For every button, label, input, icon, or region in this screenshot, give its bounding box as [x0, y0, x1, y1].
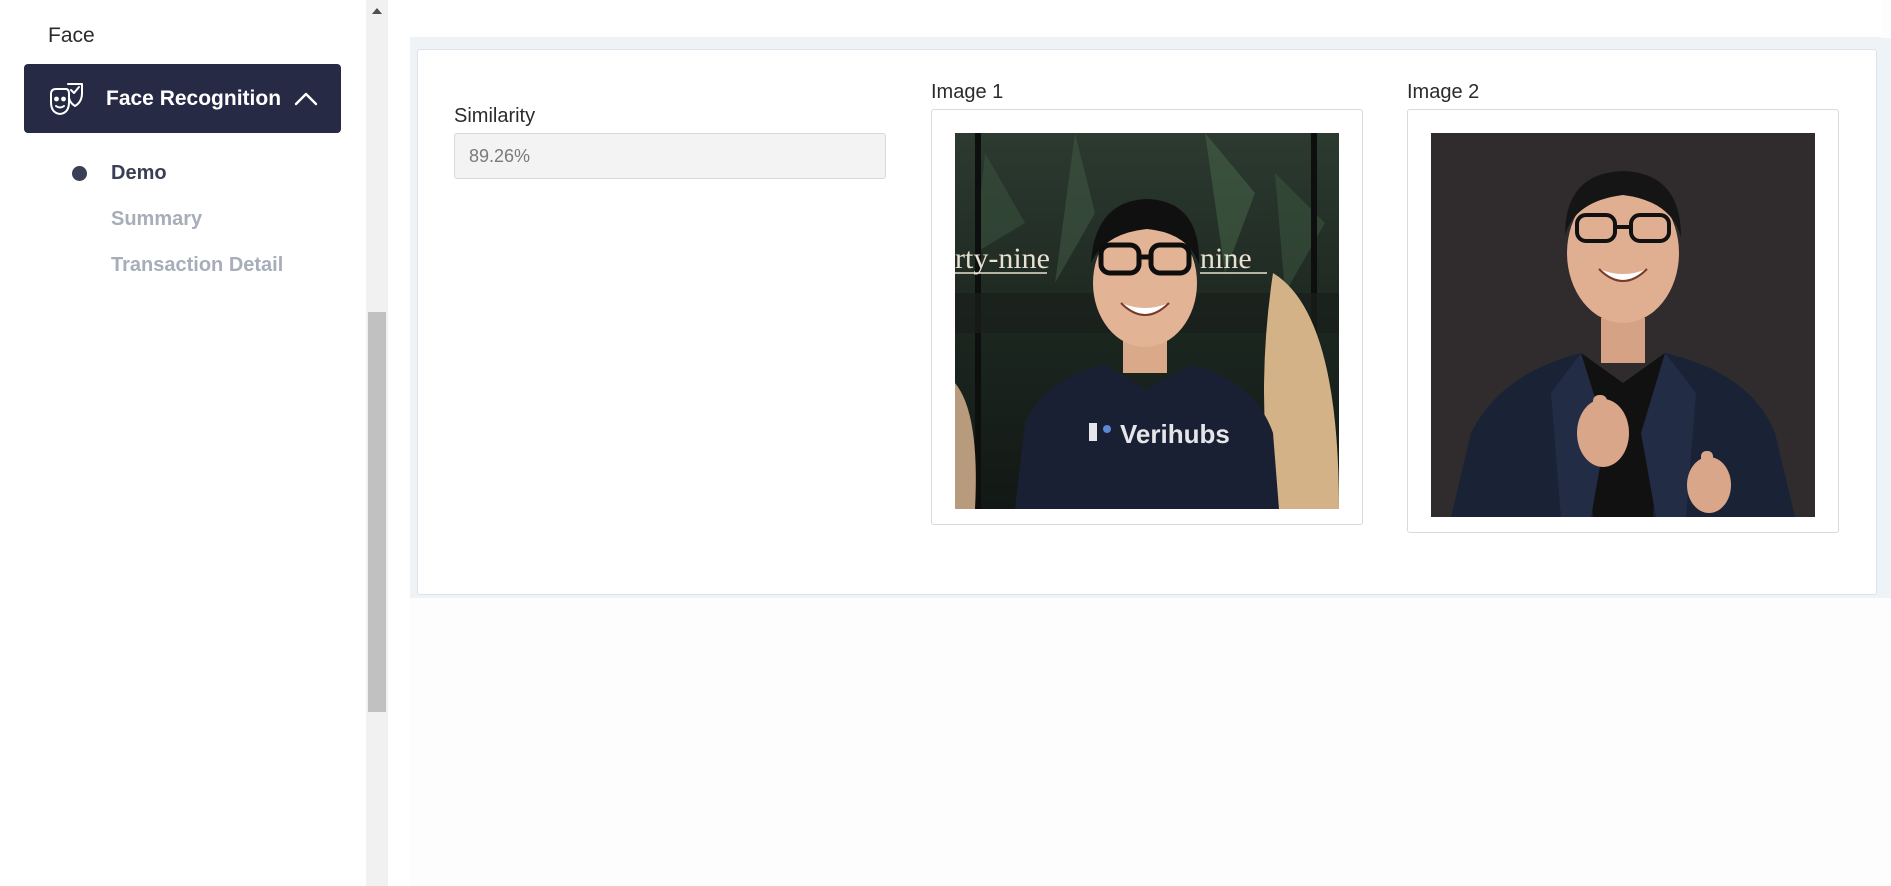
submenu-item-summary[interactable]: Summary [0, 196, 366, 242]
image1-frame: rty-nine nine Verihubs [931, 109, 1363, 525]
result-card: Similarity Image 1 [417, 49, 1877, 595]
image2-label: Image 2 [1407, 81, 1480, 103]
face-mask-shield-icon [48, 80, 86, 118]
main-content: Similarity Image 1 [410, 0, 1891, 886]
background-sign-text: rty-nine [955, 242, 1050, 275]
chevron-up-icon[interactable] [293, 86, 319, 112]
sidebar: Face Face Recognition Demo Summary Trans… [0, 0, 366, 886]
submenu-item-transaction-detail[interactable]: Transaction Detail [0, 242, 366, 288]
background-sign-text: nine [1200, 242, 1252, 275]
similarity-field[interactable] [454, 133, 886, 179]
top-panel [410, 0, 1881, 38]
sidebar-item-face-recognition[interactable]: Face Recognition [24, 64, 341, 133]
sidebar-item-label: Face Recognition [106, 86, 282, 110]
scrollbar-thumb[interactable] [368, 312, 386, 712]
submenu-item-label: Demo [111, 161, 167, 184]
image2-photo [1431, 133, 1815, 517]
image1-label: Image 1 [931, 81, 1004, 103]
active-dot-icon [72, 166, 87, 181]
submenu: Demo Summary Transaction Detail [0, 150, 366, 288]
shirt-logo-text: Verihubs [1120, 419, 1230, 449]
image1-photo: rty-nine nine Verihubs [955, 133, 1339, 509]
similarity-label: Similarity [454, 105, 536, 127]
submenu-item-demo[interactable]: Demo [0, 150, 366, 196]
scroll-up-arrow-icon[interactable] [366, 0, 388, 22]
image2-frame [1407, 109, 1839, 533]
submenu-item-label: Transaction Detail [111, 253, 284, 276]
sidebar-scrollbar[interactable] [366, 0, 388, 886]
submenu-item-label: Summary [111, 207, 203, 230]
sidebar-section-label: Face [48, 24, 95, 47]
